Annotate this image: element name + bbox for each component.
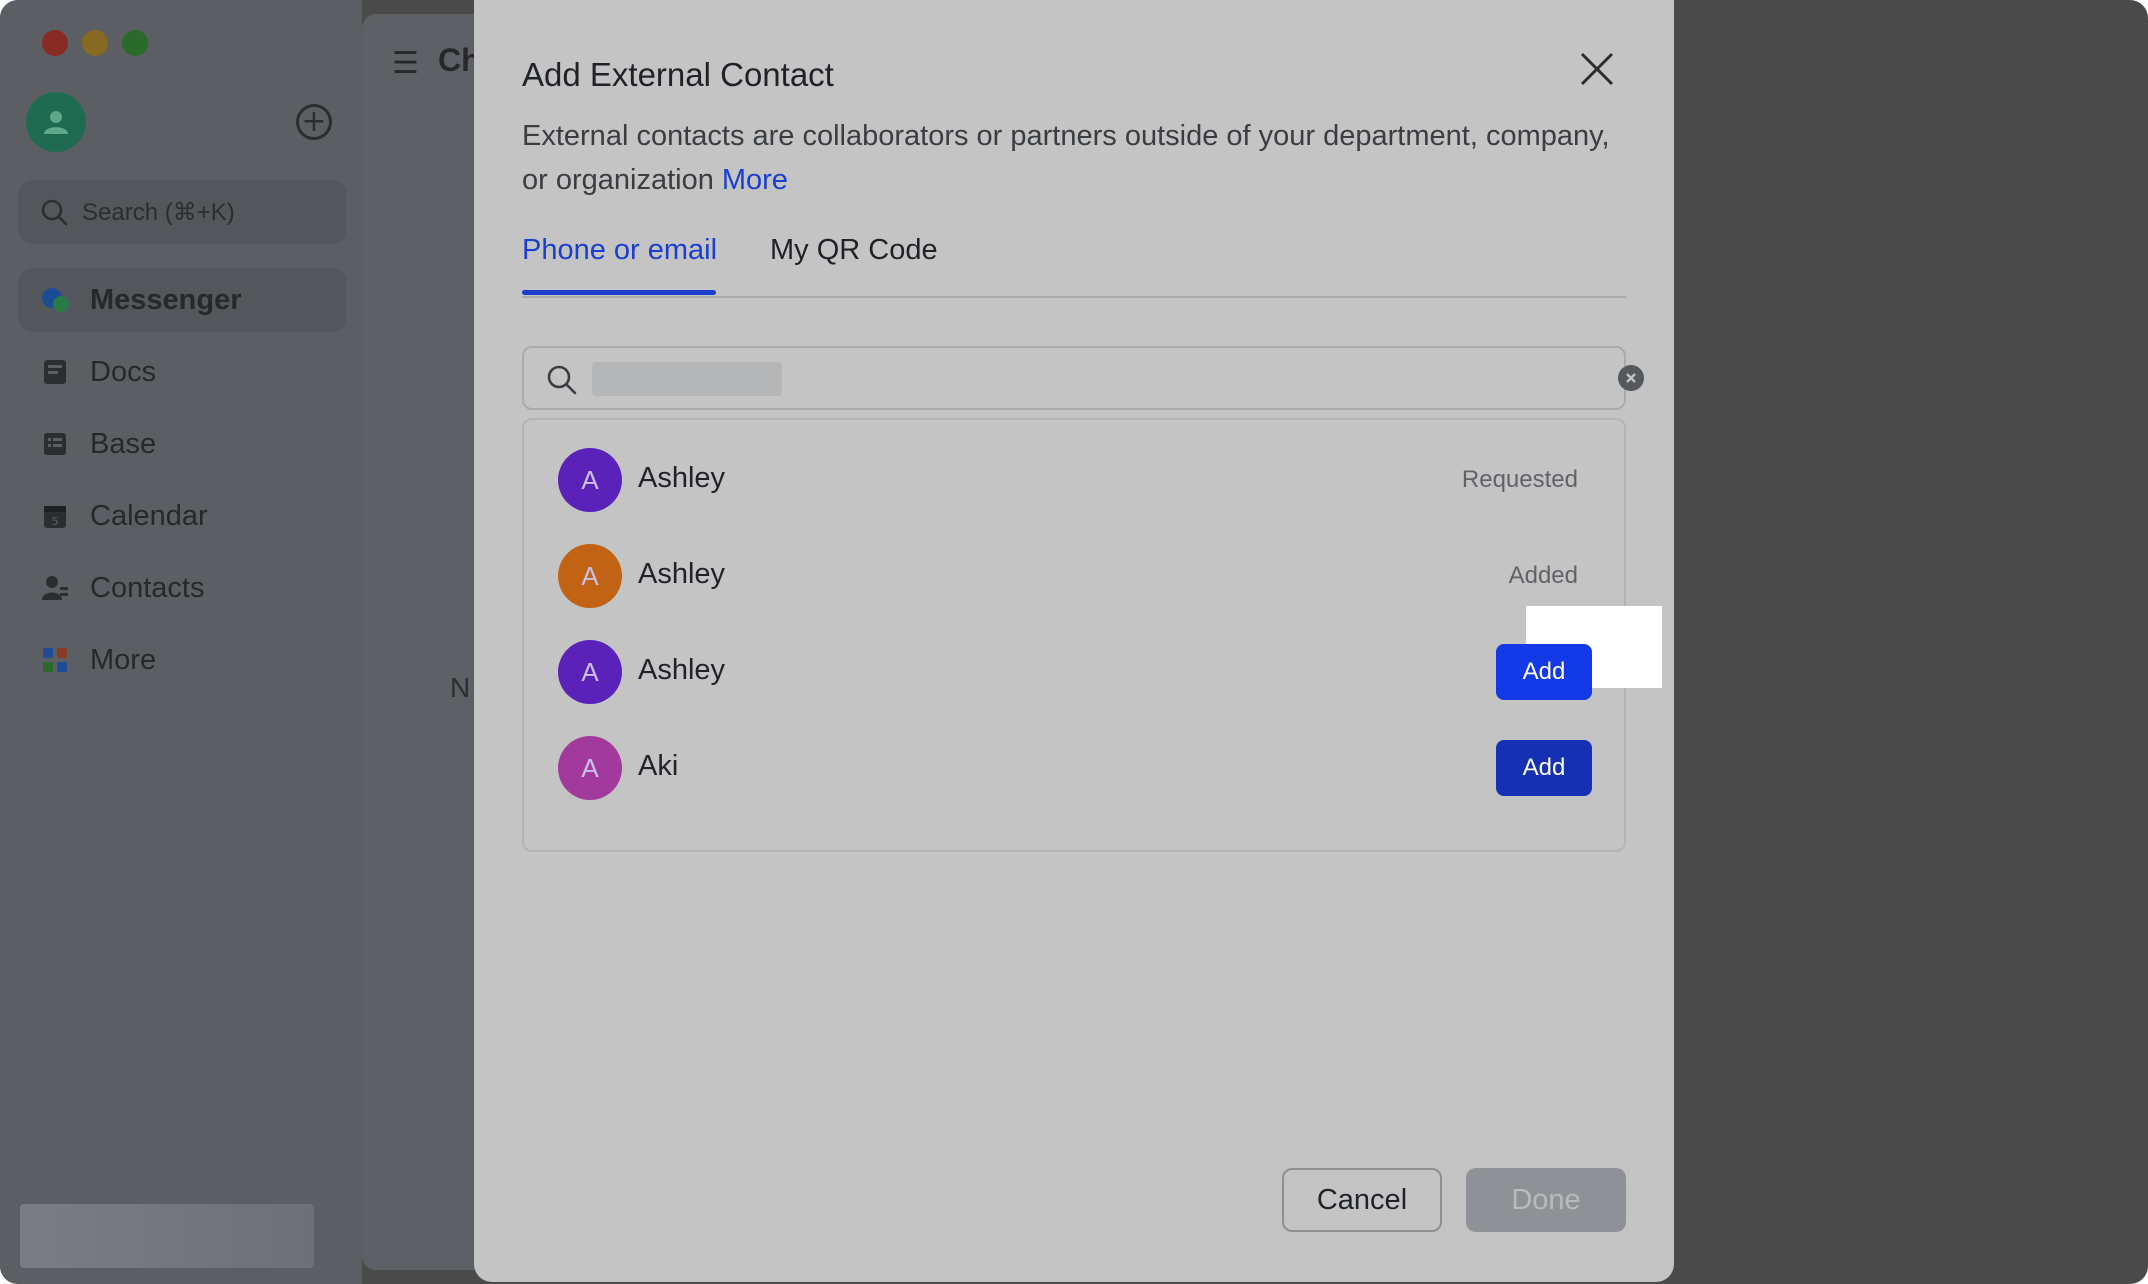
calendar-icon: 5 [40, 501, 70, 531]
clear-icon[interactable] [1618, 365, 1644, 391]
list-item: A Ashley Added [524, 528, 1624, 624]
profile-footer[interactable] [20, 1204, 314, 1268]
more-apps-icon [40, 645, 70, 675]
list-item: A Ashley Requested [524, 432, 1624, 528]
active-tab-indicator [522, 290, 716, 295]
list-item: A Ashley Add [524, 606, 1662, 720]
add-contact-button[interactable]: Add [1496, 740, 1592, 796]
avatar: A [558, 736, 622, 800]
avatar[interactable] [26, 92, 86, 152]
list-item: A Aki Add [524, 720, 1624, 816]
sidebar-item-label: Base [90, 427, 157, 460]
sidebar-item-calendar[interactable]: 5 Calendar [18, 484, 346, 548]
messenger-icon [40, 285, 70, 315]
plus-circle-icon[interactable]: + [296, 104, 332, 140]
main-empty-text: N [450, 672, 471, 703]
avatar: A [558, 544, 622, 608]
more-link[interactable]: More [722, 164, 788, 196]
svg-text:5: 5 [52, 515, 59, 528]
search-icon [41, 199, 68, 226]
sidebar-item-label: Calendar [90, 499, 208, 532]
done-button[interactable]: Done [1466, 1168, 1626, 1232]
sidebar-item-base[interactable]: Base [18, 412, 346, 476]
close-window-button[interactable] [42, 30, 68, 56]
sidebar-nav: Messenger Docs Base 5 Calendar Contacts … [18, 268, 346, 700]
sidebar: + Search (⌘+K) Messenger Docs Base 5 Cal… [0, 0, 362, 1284]
search-value-redacted [592, 362, 782, 396]
app-window: + Search (⌘+K) Messenger Docs Base 5 Cal… [0, 0, 2148, 1284]
contact-name: Ashley [638, 558, 726, 590]
close-icon[interactable] [1574, 46, 1620, 92]
tab-my-qr-code[interactable]: My QR Code [770, 234, 938, 267]
sidebar-search[interactable]: Search (⌘+K) [18, 180, 346, 244]
sidebar-item-more[interactable]: More [18, 628, 346, 692]
contact-name: Aki [638, 750, 679, 782]
zoom-window-button[interactable] [122, 30, 148, 56]
sidebar-item-contacts[interactable]: Contacts [18, 556, 346, 620]
dialog-title: Add External Contact [522, 56, 834, 93]
sidebar-item-label: Messenger [90, 283, 242, 316]
contact-search-input[interactable] [522, 346, 1644, 410]
tab-bar: Phone or email My QR Code [522, 228, 1626, 298]
sidebar-item-docs[interactable]: Docs [18, 340, 346, 404]
description-text: External contacts are collaborators or p… [522, 120, 1610, 196]
cancel-button[interactable]: Cancel [1282, 1168, 1442, 1232]
add-external-contact-dialog: Add External Contact External contacts a… [474, 0, 1674, 1282]
sidebar-item-label: Docs [90, 355, 157, 388]
user-icon [44, 111, 68, 134]
status-badge: Added [1508, 562, 1578, 589]
contact-name: Ashley [638, 654, 726, 686]
minimize-window-button[interactable] [82, 30, 108, 56]
status-badge: Requested [1461, 466, 1578, 493]
sidebar-search-placeholder: Search (⌘+K) [82, 198, 235, 226]
docs-icon [40, 357, 70, 387]
base-icon [40, 429, 70, 459]
contacts-icon [40, 573, 70, 603]
sidebar-item-label: More [90, 643, 157, 676]
search-icon [546, 364, 578, 401]
avatar: A [558, 448, 622, 512]
add-contact-button[interactable]: Add [1496, 644, 1592, 700]
sidebar-item-messenger[interactable]: Messenger [18, 268, 346, 332]
tab-phone-or-email[interactable]: Phone or email [522, 234, 717, 267]
list-toggle-icon[interactable]: ☰ [392, 46, 419, 81]
contact-name: Ashley [638, 462, 726, 494]
search-results: A Ashley Requested A Ashley Added A Ashl… [522, 418, 1662, 852]
sidebar-item-label: Contacts [90, 571, 205, 604]
dialog-description: External contacts are collaborators or p… [522, 114, 1642, 202]
avatar: A [558, 640, 622, 704]
